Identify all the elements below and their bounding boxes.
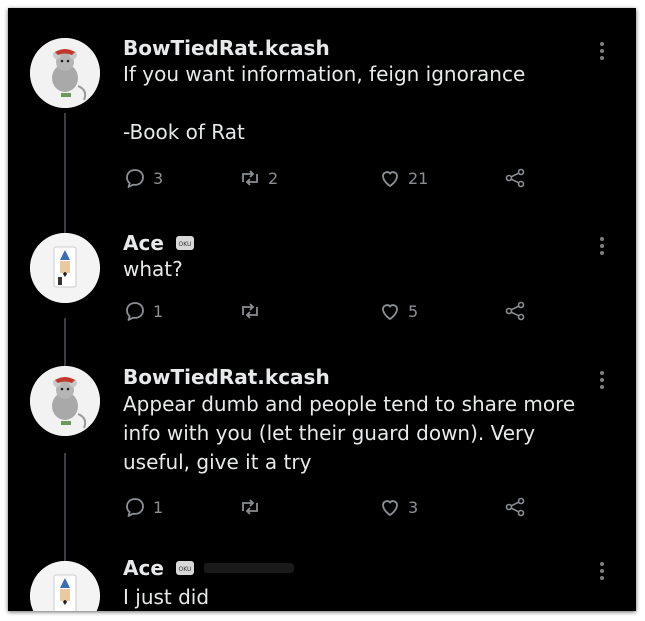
share-button[interactable]: [503, 299, 527, 323]
retweet-button[interactable]: 2: [238, 166, 278, 190]
heart-icon: [382, 304, 398, 321]
retweet-icon: [242, 170, 258, 186]
tweet-text: I just did: [123, 585, 210, 609]
like-count: 3: [408, 497, 419, 517]
action-bar: 1 3: [123, 495, 543, 525]
thread-connector: [64, 318, 66, 373]
heart-icon: [382, 500, 398, 517]
reply-count: 1: [153, 301, 164, 321]
share-icon: [505, 168, 525, 188]
avatar[interactable]: [30, 561, 100, 611]
rat-avatar-icon: [30, 366, 100, 436]
like-button[interactable]: 5: [378, 299, 418, 323]
action-bar: 1 5: [123, 299, 543, 329]
display-name[interactable]: Ace: [123, 231, 164, 255]
reply-icon: [126, 302, 144, 321]
emoji-badge-icon: OKU: [175, 561, 194, 575]
avatar[interactable]: [30, 38, 100, 108]
like-button[interactable]: 21: [378, 166, 428, 190]
reply-count: 3: [153, 168, 164, 188]
more-options-icon[interactable]: [600, 371, 606, 392]
svg-text:OKU: OKU: [178, 241, 191, 248]
like-count: 5: [408, 301, 419, 321]
rat-avatar-icon: [30, 38, 100, 108]
reply-icon: [126, 169, 144, 188]
retweet-button[interactable]: [238, 495, 262, 519]
svg-text:OKU: OKU: [178, 566, 191, 573]
emoji-badge-icon: OKU: [175, 236, 194, 250]
retweet-icon: [242, 499, 258, 515]
tweet-thread: BowTiedRat.kcash If you want information…: [8, 8, 636, 611]
thread-connector: [64, 113, 66, 238]
card-avatar-icon: [30, 233, 100, 303]
action-bar: 3 2 21: [123, 166, 543, 196]
card-avatar-icon: [30, 561, 100, 611]
retweet-button[interactable]: [238, 299, 262, 323]
reply-count: 1: [153, 497, 164, 517]
like-count: 21: [408, 168, 429, 188]
reply-icon: [126, 498, 144, 517]
thread-connector: [64, 453, 66, 568]
heart-icon: [382, 171, 398, 188]
share-icon: [505, 497, 525, 517]
retweet-count: 2: [268, 168, 279, 188]
like-button[interactable]: 3: [378, 495, 418, 519]
avatar[interactable]: [30, 233, 100, 303]
retweet-icon: [242, 303, 258, 319]
share-button[interactable]: [503, 166, 527, 190]
reply-button[interactable]: 3: [123, 166, 163, 190]
tweet-text: If you want information, feign ignorance…: [123, 62, 526, 144]
display-name[interactable]: BowTiedRat.kcash: [123, 36, 330, 60]
avatar[interactable]: [30, 366, 100, 436]
reply-button[interactable]: 1: [123, 495, 163, 519]
reply-button[interactable]: 1: [123, 299, 163, 323]
tweet-text: what?: [123, 257, 183, 281]
handle-redacted: [203, 563, 294, 573]
share-button[interactable]: [503, 495, 527, 519]
share-icon: [505, 301, 525, 321]
display-name[interactable]: BowTiedRat.kcash: [123, 365, 330, 389]
display-name[interactable]: Ace: [123, 556, 164, 580]
tweet-text: Appear dumb and people tend to share mor…: [123, 392, 576, 474]
more-options-icon[interactable]: [600, 562, 606, 583]
